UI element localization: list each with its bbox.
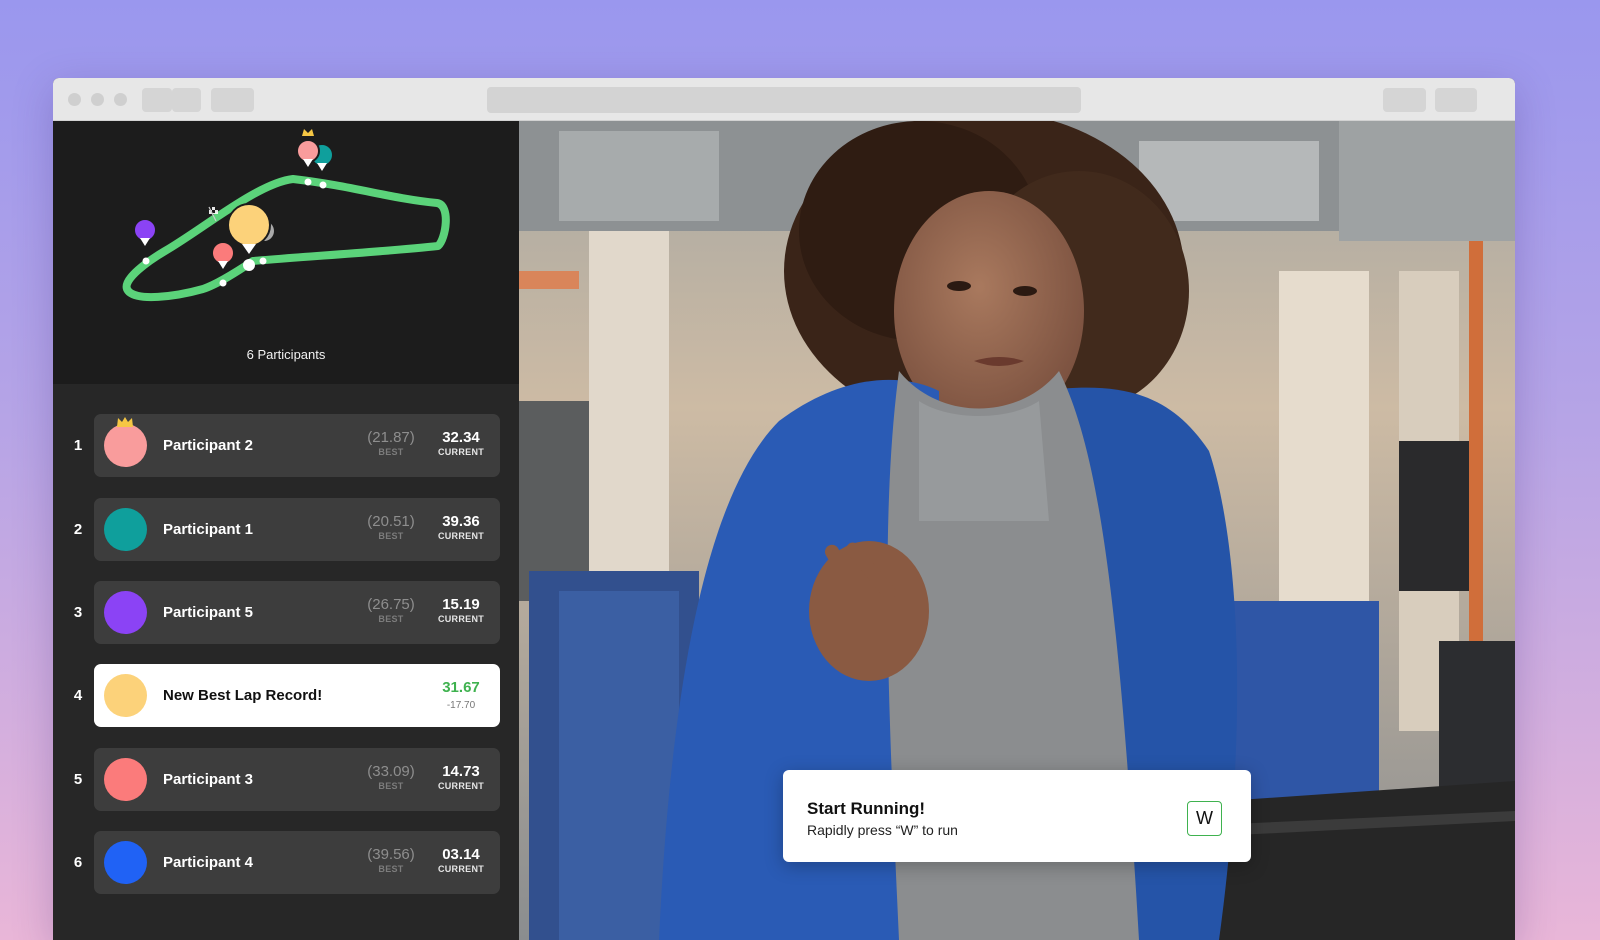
sidebar: 6 Participants 1 Participant 2 (21.87) B…	[53, 121, 519, 940]
map-pin-participant-5	[133, 218, 157, 246]
avatar	[104, 424, 147, 467]
participants-count: 6 Participants	[246, 347, 326, 362]
race-track	[122, 175, 450, 302]
share-button[interactable]	[1383, 88, 1426, 112]
leaderboard-row[interactable]: 3 Participant 5 (26.75) BEST 15.19 CURRE…	[53, 581, 519, 644]
browser-titlebar	[53, 78, 1515, 121]
new-record-card[interactable]: New Best Lap Record! 31.67 -17.70	[94, 664, 500, 727]
record-delta: -17.70	[446, 700, 476, 711]
crown-icon	[117, 417, 133, 427]
current-time: 14.73 CURRENT	[437, 763, 485, 791]
record-time: 31.67 -17.70	[430, 678, 492, 714]
close-window-button[interactable]	[68, 93, 81, 106]
current-time: 39.36 CURRENT	[437, 513, 485, 541]
back-button[interactable]	[142, 88, 172, 112]
new-record-label: New Best Lap Record!	[163, 687, 323, 704]
rank-number: 3	[73, 604, 83, 621]
rank-number: 5	[73, 771, 83, 788]
track-map-panel: 6 Participants	[53, 121, 519, 384]
crown-icon	[302, 129, 314, 136]
best-time: (39.56) BEST	[367, 846, 415, 874]
maximize-window-button[interactable]	[114, 93, 127, 106]
track-position-dot	[142, 257, 150, 265]
best-time: (33.09) BEST	[367, 763, 415, 791]
participant-card[interactable]: Participant 2 (21.87) BEST 32.34 CURRENT	[94, 414, 500, 477]
avatar	[104, 841, 147, 884]
leaderboard-row[interactable]: 1 Participant 2 (21.87) BEST 32.34 CURRE…	[53, 414, 519, 477]
current-time: 32.34 CURRENT	[437, 429, 485, 457]
rank-number: 4	[73, 687, 83, 704]
avatar	[104, 591, 147, 634]
leaderboard-row[interactable]: 2 Participant 1 (20.51) BEST 39.36 CURRE…	[53, 498, 519, 561]
participant-name: Participant 3	[163, 771, 254, 788]
best-time: (26.75) BEST	[367, 596, 415, 624]
toast-title: Start Running!	[807, 799, 926, 818]
current-runner-dot	[243, 259, 255, 271]
participant-card[interactable]: Participant 4 (39.56) BEST 03.14 CURRENT	[94, 831, 500, 894]
forward-button[interactable]	[172, 88, 201, 112]
participant-card[interactable]: Participant 1 (20.51) BEST 39.36 CURRENT	[94, 498, 500, 561]
browser-window: 6 Participants 1 Participant 2 (21.87) B…	[53, 78, 1515, 940]
participant-card[interactable]: Participant 5 (26.75) BEST 15.19 CURRENT	[94, 581, 500, 644]
track-position-dot	[219, 279, 227, 287]
participant-name: Participant 2	[163, 437, 254, 454]
avatar	[104, 508, 147, 551]
track-position-dot	[259, 257, 267, 265]
best-time: (20.51) BEST	[367, 513, 415, 541]
leaderboard-row[interactable]: 5 Participant 3 (33.09) BEST 14.73 CURRE…	[53, 748, 519, 811]
map-pin-current-player	[227, 203, 271, 254]
rank-number: 6	[73, 854, 83, 871]
start-running-toast: Start Running! Rapidly press “W” to run …	[783, 770, 1251, 862]
leaderboard-row-record[interactable]: 4 New Best Lap Record! 31.67 -17.70	[53, 664, 519, 727]
sidebar-toggle-button[interactable]	[211, 88, 254, 112]
toast-subtitle: Rapidly press “W” to run	[807, 822, 958, 838]
participant-name: Participant 4	[163, 854, 254, 871]
rank-number: 2	[73, 521, 83, 538]
avatar	[104, 674, 147, 717]
map-pin-participant-3	[211, 241, 235, 269]
best-time: (21.87) BEST	[367, 429, 415, 457]
participant-card[interactable]: Participant 3 (33.09) BEST 14.73 CURRENT	[94, 748, 500, 811]
video-feed: Start Running! Rapidly press “W” to run …	[519, 121, 1515, 940]
avatar	[104, 758, 147, 801]
participant-name: Participant 5	[163, 604, 254, 621]
leaderboard-row[interactable]: 6 Participant 4 (39.56) BEST 03.14 CURRE…	[53, 831, 519, 894]
tabs-button[interactable]	[1435, 88, 1477, 112]
track-position-dot	[319, 181, 327, 189]
w-key-button[interactable]: W	[1187, 801, 1222, 836]
address-bar[interactable]	[487, 87, 1081, 113]
minimize-window-button[interactable]	[91, 93, 104, 106]
rank-number: 1	[73, 437, 83, 454]
participant-name: Participant 1	[163, 521, 254, 538]
track-map	[122, 129, 450, 302]
current-time: 15.19 CURRENT	[437, 596, 485, 624]
current-time: 03.14 CURRENT	[437, 846, 485, 874]
track-position-dot	[304, 178, 312, 186]
